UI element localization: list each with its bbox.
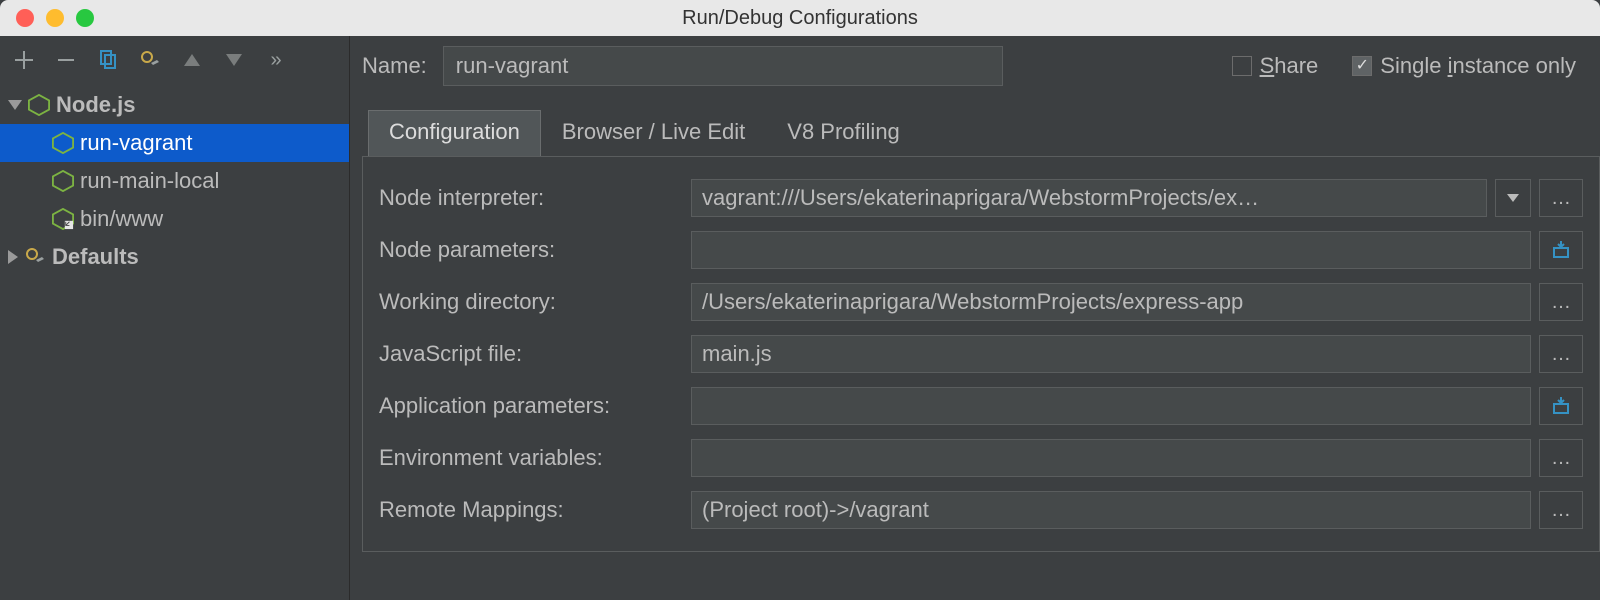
copy-config-button[interactable]	[94, 46, 122, 74]
name-input[interactable]	[443, 46, 1003, 86]
chevron-right-icon	[8, 250, 18, 264]
application-parameters-field[interactable]	[691, 387, 1531, 425]
share-label: Share	[1260, 53, 1319, 79]
tree-item-label: bin/www	[80, 206, 163, 232]
environment-variables-label: Environment variables:	[379, 445, 679, 471]
javascript-file-browse-button[interactable]: …	[1539, 335, 1583, 373]
config-tree: Node.js run-vagrant run-main-local bin/w…	[0, 84, 349, 600]
javascript-file-field[interactable]: main.js	[691, 335, 1531, 373]
remote-mappings-label: Remote Mappings:	[379, 497, 679, 523]
working-directory-label: Working directory:	[379, 289, 679, 315]
move-down-button[interactable]	[220, 46, 248, 74]
tree-item-run-vagrant[interactable]: run-vagrant	[0, 124, 349, 162]
move-up-button[interactable]	[178, 46, 206, 74]
node-parameters-expand-button[interactable]	[1539, 231, 1583, 269]
node-interpreter-label: Node interpreter:	[379, 185, 679, 211]
tree-group-label: Node.js	[56, 92, 135, 118]
name-label: Name:	[362, 53, 427, 79]
tree-item-label: run-main-local	[80, 168, 219, 194]
single-instance-label: Single instance only	[1380, 53, 1576, 79]
tab-browser-live-edit[interactable]: Browser / Live Edit	[541, 110, 766, 156]
checkbox-checked-icon	[1352, 56, 1372, 76]
sidebar-toolbar: »	[0, 36, 349, 84]
tab-body-configuration: Node interpreter: vagrant:///Users/ekate…	[362, 156, 1600, 552]
tree-group-nodejs[interactable]: Node.js	[0, 86, 349, 124]
chevron-down-icon	[8, 100, 22, 110]
remove-config-button[interactable]	[52, 46, 80, 74]
working-directory-field[interactable]: /Users/ekaterinaprigara/WebstormProjects…	[691, 283, 1531, 321]
environment-variables-field[interactable]	[691, 439, 1531, 477]
header-row: Name: Share Single instance only	[350, 36, 1600, 92]
titlebar: Run/Debug Configurations	[0, 0, 1600, 36]
main-panel: Name: Share Single instance only Configu…	[350, 36, 1600, 600]
node-parameters-field[interactable]	[691, 231, 1531, 269]
edit-defaults-button[interactable]	[136, 46, 164, 74]
application-parameters-label: Application parameters:	[379, 393, 679, 419]
gear-wrench-icon	[24, 246, 46, 268]
node-interpreter-dropdown-button[interactable]	[1495, 179, 1531, 217]
application-parameters-expand-button[interactable]	[1539, 387, 1583, 425]
nodejs-icon	[52, 208, 74, 230]
more-actions-button[interactable]: »	[262, 46, 290, 74]
share-checkbox[interactable]: Share	[1232, 53, 1319, 79]
tabs: Configuration Browser / Live Edit V8 Pro…	[368, 110, 1600, 156]
checkbox-icon	[1232, 56, 1252, 76]
tab-v8-profiling[interactable]: V8 Profiling	[766, 110, 921, 156]
remote-mappings-browse-button[interactable]: …	[1539, 491, 1583, 529]
tree-group-label: Defaults	[52, 244, 139, 270]
sidebar: » Node.js run-vagrant run-main-l	[0, 36, 350, 600]
node-interpreter-browse-button[interactable]: …	[1539, 179, 1583, 217]
nodejs-icon	[52, 132, 74, 154]
add-config-button[interactable]	[10, 46, 38, 74]
tab-configuration[interactable]: Configuration	[368, 110, 541, 156]
javascript-file-label: JavaScript file:	[379, 341, 679, 367]
node-interpreter-field[interactable]: vagrant:///Users/ekaterinaprigara/Websto…	[691, 179, 1487, 217]
tree-group-defaults[interactable]: Defaults	[0, 238, 349, 276]
tree-item-bin-www[interactable]: bin/www	[0, 200, 349, 238]
single-instance-checkbox[interactable]: Single instance only	[1352, 53, 1576, 79]
node-parameters-label: Node parameters:	[379, 237, 679, 263]
working-directory-browse-button[interactable]: …	[1539, 283, 1583, 321]
remote-mappings-field[interactable]: (Project root)->/vagrant	[691, 491, 1531, 529]
nodejs-icon	[28, 94, 50, 116]
nodejs-icon	[52, 170, 74, 192]
tree-item-run-main-local[interactable]: run-main-local	[0, 162, 349, 200]
window-title: Run/Debug Configurations	[0, 7, 1600, 30]
tree-item-label: run-vagrant	[80, 130, 193, 156]
environment-variables-browse-button[interactable]: …	[1539, 439, 1583, 477]
